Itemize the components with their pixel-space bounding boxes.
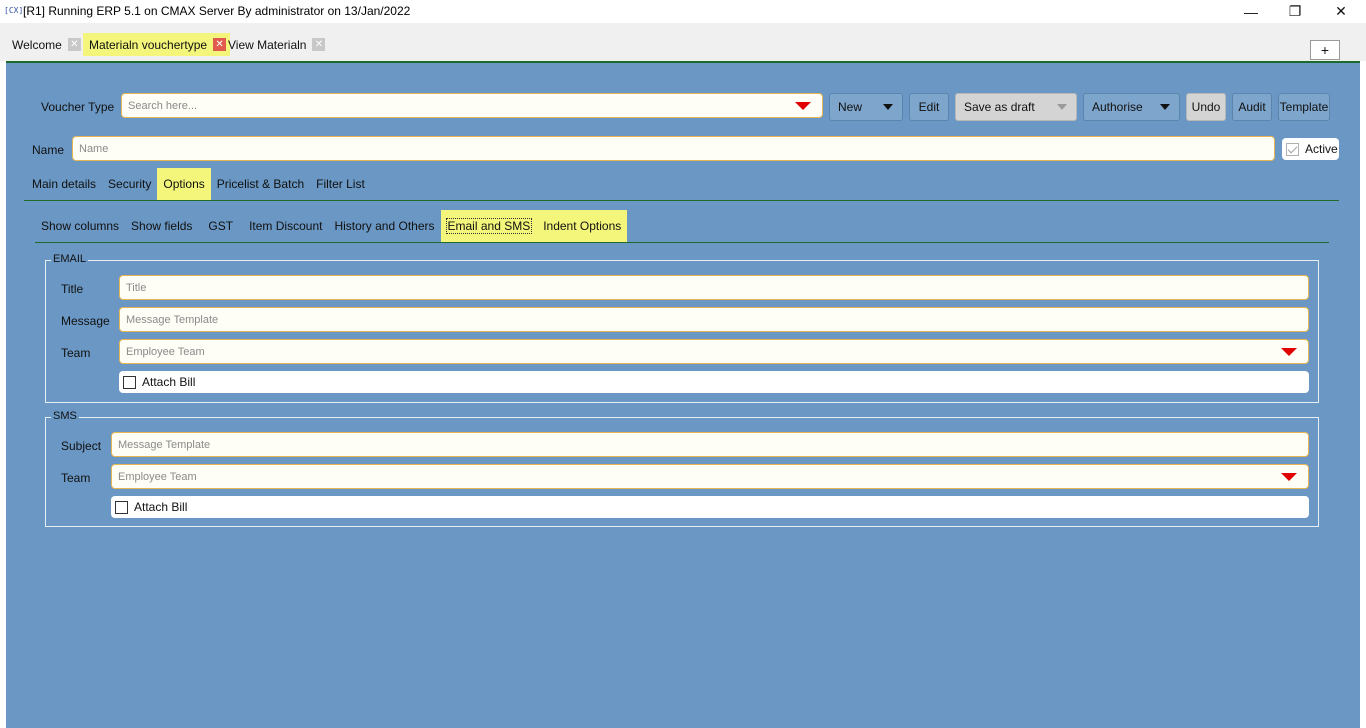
tab-show-fields[interactable]: Show fields xyxy=(125,210,198,242)
main-panel: Voucher Type Search here... New Edit Sav… xyxy=(6,61,1360,728)
tab-history-others[interactable]: History and Others xyxy=(328,210,440,242)
email-team-dropdown[interactable]: Employee Team xyxy=(119,339,1309,364)
tab-main-details[interactable]: Main details xyxy=(26,168,102,200)
sms-attach-label: Attach Bill xyxy=(134,500,188,514)
new-button-label: New xyxy=(838,100,863,114)
tab-divider xyxy=(24,200,1339,201)
email-legend: EMAIL xyxy=(51,253,89,265)
email-title-label: Title xyxy=(61,282,84,296)
save-as-draft-button[interactable]: Save as draft xyxy=(955,93,1077,121)
email-attach-label: Attach Bill xyxy=(142,375,196,389)
edit-button[interactable]: Edit xyxy=(909,93,949,121)
new-button[interactable]: New xyxy=(829,93,903,121)
undo-button[interactable]: Undo xyxy=(1186,93,1226,121)
template-label: Template xyxy=(1279,100,1329,114)
tab-label: Security xyxy=(108,177,152,191)
new-dropdown-caret-icon[interactable] xyxy=(874,94,902,120)
email-team-label: Team xyxy=(61,346,91,360)
template-button[interactable]: Template xyxy=(1278,93,1330,121)
document-tab-strip: Welcome ✕ Materialn vouchertype ✕ View M… xyxy=(0,23,1366,61)
audit-button[interactable]: Audit xyxy=(1232,93,1272,121)
close-tab-icon[interactable]: ✕ xyxy=(312,38,326,51)
tab-view-materialn[interactable]: View Materialn ✕ xyxy=(222,33,329,56)
checkbox-icon[interactable] xyxy=(115,500,128,514)
tab-item-discount[interactable]: Item Discount xyxy=(243,210,328,242)
name-placeholder: Name xyxy=(79,142,109,155)
tab-label: Indent Options xyxy=(543,219,622,233)
sms-subject-placeholder: Message Template xyxy=(118,438,211,451)
sms-team-label: Team xyxy=(61,471,91,485)
undo-label: Undo xyxy=(1191,100,1221,114)
sms-team-dropdown[interactable]: Employee Team xyxy=(111,464,1309,489)
email-message-input[interactable]: Message Template xyxy=(119,307,1309,332)
maximize-button[interactable]: ❐ xyxy=(1272,0,1318,23)
close-tab-icon[interactable]: ✕ xyxy=(67,38,81,51)
dropdown-arrow-icon[interactable] xyxy=(1281,348,1297,356)
options-subtab-row: Show columns Show fields GST Item Discou… xyxy=(35,210,628,242)
active-label: Active xyxy=(1305,142,1338,156)
email-team-placeholder: Employee Team xyxy=(126,345,205,358)
tab-filter-list[interactable]: Filter List xyxy=(310,168,371,200)
sms-subject-label: Subject xyxy=(61,439,102,453)
tab-label: View Materialn xyxy=(228,37,307,52)
app-icon: [CX] xyxy=(4,6,24,15)
main-tab-row: Main details Security Options Pricelist … xyxy=(26,168,371,200)
authorise-label: Authorise xyxy=(1092,100,1143,114)
email-title-placeholder: Title xyxy=(126,281,147,294)
tab-materialn-vouchertype[interactable]: Materialn vouchertype ✕ xyxy=(83,33,231,56)
tab-indent-options[interactable]: Indent Options xyxy=(537,210,628,242)
email-attach-bill-checkbox[interactable]: Attach Bill xyxy=(119,371,1309,393)
sms-legend: SMS xyxy=(51,410,79,422)
tab-options[interactable]: Options xyxy=(157,168,211,200)
email-message-placeholder: Message Template xyxy=(126,313,219,326)
dropdown-arrow-icon[interactable] xyxy=(1281,473,1297,481)
sms-subject-input[interactable]: Message Template xyxy=(111,432,1309,457)
tab-label: Show columns xyxy=(41,219,120,233)
tab-label: Welcome xyxy=(12,37,62,52)
checkbox-icon[interactable] xyxy=(123,375,136,389)
authorise-dropdown-caret-icon[interactable] xyxy=(1151,94,1179,120)
email-message-label: Message xyxy=(61,314,110,328)
save-dropdown-caret-icon[interactable] xyxy=(1048,94,1076,120)
edit-button-label: Edit xyxy=(918,100,940,114)
tab-label: Pricelist & Batch xyxy=(216,177,305,191)
sms-team-placeholder: Employee Team xyxy=(118,470,197,483)
tab-label: History and Others xyxy=(334,219,435,233)
name-label: Name xyxy=(32,143,65,157)
tab-security[interactable]: Security xyxy=(102,168,157,200)
dropdown-arrow-icon[interactable] xyxy=(795,102,811,110)
tab-label: Email and SMS xyxy=(445,218,533,234)
tab-label: Show fields xyxy=(131,219,193,233)
authorise-button[interactable]: Authorise xyxy=(1083,93,1180,121)
checkbox-checked-icon[interactable] xyxy=(1286,142,1299,156)
email-title-input[interactable]: Title xyxy=(119,275,1309,300)
minimize-button[interactable]: — xyxy=(1228,0,1274,23)
close-window-button[interactable]: ✕ xyxy=(1318,0,1364,23)
voucher-type-search[interactable]: Search here... xyxy=(121,93,823,118)
tab-label: Materialn vouchertype xyxy=(89,37,208,52)
name-input[interactable]: Name xyxy=(72,136,1275,161)
tab-label: Main details xyxy=(32,177,97,191)
tab-label: Filter List xyxy=(316,177,365,191)
active-checkbox[interactable]: Active xyxy=(1282,138,1339,160)
save-draft-label: Save as draft xyxy=(964,100,1035,114)
tab-label: Options xyxy=(163,177,205,191)
tab-label: Item Discount xyxy=(249,219,323,233)
audit-label: Audit xyxy=(1238,100,1266,114)
title-bar: [CX] [R1] Running ERP 5.1 on CMAX Server… xyxy=(0,0,1366,23)
tab-label: GST xyxy=(208,219,234,233)
tab-email-sms[interactable]: Email and SMS xyxy=(440,210,538,242)
tab-show-columns[interactable]: Show columns xyxy=(35,210,125,242)
voucher-type-label: Voucher Type xyxy=(41,100,115,114)
window-title: [R1] Running ERP 5.1 on CMAX Server By a… xyxy=(23,4,411,18)
new-tab-button[interactable]: + xyxy=(1310,40,1340,60)
tab-welcome[interactable]: Welcome ✕ xyxy=(6,33,85,56)
tab-gst[interactable]: GST xyxy=(198,210,243,242)
voucher-type-placeholder: Search here... xyxy=(128,99,198,112)
subtab-divider xyxy=(35,242,1329,243)
tab-pricelist-batch[interactable]: Pricelist & Batch xyxy=(211,168,310,200)
sms-attach-bill-checkbox[interactable]: Attach Bill xyxy=(111,496,1309,518)
